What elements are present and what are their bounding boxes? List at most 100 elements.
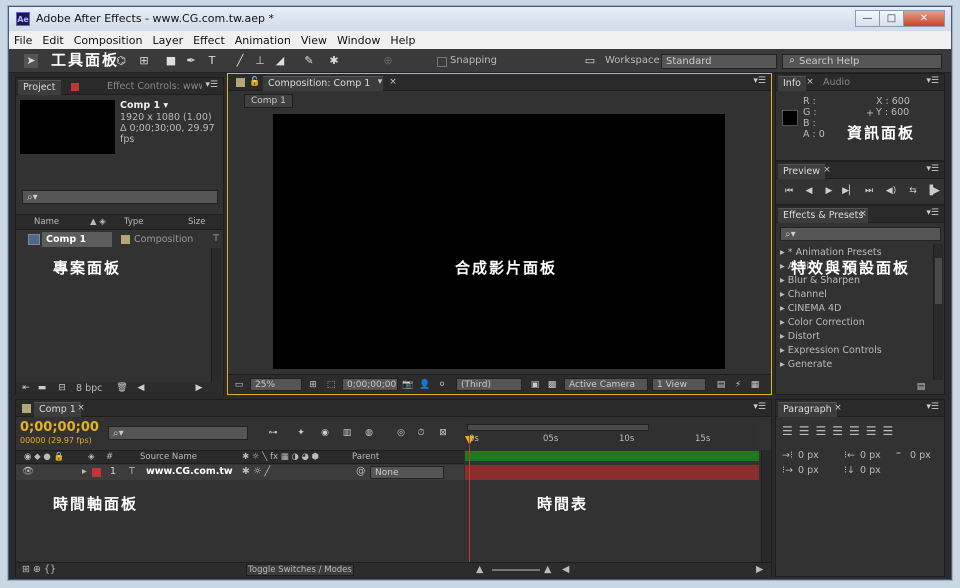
first-frame-icon[interactable]: ⏮ <box>782 184 796 198</box>
draft-3d-icon[interactable]: ✦ <box>294 426 308 440</box>
bit-depth[interactable]: 8 bpc <box>76 383 102 394</box>
roto-brush-tool-icon[interactable]: ✎ <box>302 54 316 68</box>
loop-icon[interactable]: ⇆ <box>906 184 920 198</box>
layer-switch-controls-icon[interactable]: ✱ ☼ ╱ <box>242 466 270 477</box>
channel-icon[interactable]: ⚪ <box>435 378 449 392</box>
project-search-input[interactable]: ⌕▾ <box>22 190 218 204</box>
transparency-grid-icon[interactable]: ▩ <box>545 378 559 392</box>
close-preview-icon[interactable]: × <box>820 163 834 177</box>
lock-icon[interactable]: 🔓 <box>248 75 262 89</box>
space-after-value[interactable]: 0 px <box>860 465 881 476</box>
scroll-right-icon[interactable]: ▶ <box>192 381 206 395</box>
layer-duration-bar[interactable] <box>465 465 759 480</box>
timeline-scroll-right-icon[interactable]: ▶ <box>756 564 763 575</box>
paragraph-panel-menu-icon[interactable]: ▾☰ <box>926 402 939 412</box>
video-visibility-icon[interactable]: 👁 <box>22 466 34 477</box>
expand-layer-icon[interactable]: ▸ <box>82 466 87 477</box>
effects-item[interactable]: ▸ Expression Controls <box>780 345 882 356</box>
flowchart-icon[interactable]: ⊤ <box>209 232 223 246</box>
close-button[interactable]: ✕ <box>903 10 945 27</box>
space-before-value[interactable]: 0 px <box>798 465 819 476</box>
puppet-pin-tool-icon[interactable]: ✱ <box>327 54 341 68</box>
timeline-scrollbar[interactable] <box>761 450 771 562</box>
menu-file[interactable]: File <box>9 34 37 47</box>
zoom-out-icon[interactable]: ▲ <box>476 564 483 575</box>
col-source-name[interactable]: Source Name <box>140 452 197 462</box>
menu-help[interactable]: Help <box>385 34 420 47</box>
menu-view[interactable]: View <box>296 34 332 47</box>
comp-dropdown-icon[interactable]: ▾ <box>373 75 387 89</box>
always-preview-icon[interactable]: ▭ <box>232 378 246 392</box>
av-switches-icon[interactable]: ◉ ◆ ● 🔒 <box>24 452 64 462</box>
effects-item[interactable]: ▸ Color Correction <box>780 317 865 328</box>
snapshot-icon[interactable]: 📷 <box>401 378 415 392</box>
trash-icon[interactable]: 🗑 <box>115 381 129 395</box>
menu-composition[interactable]: Composition <box>69 34 148 47</box>
new-comp-icon[interactable]: ⊟ <box>55 381 69 395</box>
panel-menu-icon[interactable]: ▾☰ <box>205 80 218 90</box>
next-frame-icon[interactable]: ▶▏ <box>842 184 856 198</box>
zoom-slider[interactable] <box>492 569 540 571</box>
hide-shy-icon[interactable]: ◉ <box>318 426 332 440</box>
tab-project[interactable]: Project <box>18 80 61 95</box>
brainstorm-icon[interactable]: ◎ <box>394 426 408 440</box>
effects-item[interactable]: ▸ Distort <box>780 331 820 342</box>
col-size[interactable]: Size <box>188 217 205 227</box>
effects-item[interactable]: ▸ Generate <box>780 359 832 370</box>
project-scrollbar[interactable] <box>211 248 221 383</box>
graph-editor-icon[interactable]: ⊠ <box>436 426 450 440</box>
selection-tool-icon[interactable]: ➤ <box>24 54 38 68</box>
comp-timecode[interactable]: 0;00;00;00 <box>342 378 398 391</box>
effects-scroll-thumb[interactable] <box>935 258 942 304</box>
tab-effect-controls[interactable]: Effect Controls: www <box>102 80 202 95</box>
show-snapshot-icon[interactable]: 👤 <box>418 378 432 392</box>
grid-icon[interactable]: ⊞ <box>306 378 320 392</box>
effects-panel-menu-icon[interactable]: ▾☰ <box>926 208 939 218</box>
close-paragraph-icon[interactable]: × <box>831 401 845 415</box>
ram-preview-icon[interactable]: ▐▶ <box>926 184 940 198</box>
timeline-panel-menu-icon[interactable]: ▾☰ <box>753 402 766 412</box>
rectangle-tool-icon[interactable]: ■ <box>164 54 178 68</box>
preview-panel-menu-icon[interactable]: ▾☰ <box>926 164 939 174</box>
magnification-dropdown[interactable]: 25% <box>250 378 302 391</box>
pan-behind-tool-icon[interactable]: ⊞ <box>137 54 151 68</box>
comp-mini-flowchart-icon[interactable]: ⊶ <box>266 426 280 440</box>
work-area-bar[interactable] <box>467 424 649 431</box>
first-line-indent-value[interactable]: 0 px <box>910 450 931 461</box>
text-tool-icon[interactable]: T <box>205 54 219 68</box>
scroll-left-icon[interactable]: ◀ <box>134 381 148 395</box>
label-column-icon[interactable]: ▲ ◈ <box>90 217 106 227</box>
tab-paragraph[interactable]: Paragraph <box>778 402 837 417</box>
close-effects-icon[interactable]: × <box>856 207 870 221</box>
frame-blending-icon[interactable]: ▥ <box>340 426 354 440</box>
alignment-buttons-icon[interactable]: ☰☰☰☰☰☰☰ <box>782 424 899 438</box>
zoom-in-icon[interactable]: ▲ <box>544 564 551 575</box>
col-name[interactable]: Name <box>34 217 59 227</box>
menu-effect[interactable]: Effect <box>188 34 230 47</box>
minimize-button[interactable]: — <box>855 10 880 27</box>
pen-tool-icon[interactable]: ✒ <box>184 54 198 68</box>
effects-search-input[interactable]: ⌕▾ <box>780 227 941 241</box>
comp-viewer[interactable] <box>273 114 725 369</box>
toggle-pixel-icon[interactable]: ▤ <box>714 378 728 392</box>
view-layout-dropdown[interactable]: 1 View <box>652 378 706 391</box>
timeline-footer-icons[interactable]: ⊞ ⊕ {} <box>22 564 56 575</box>
time-ruler[interactable]: 0s 05s 10s 15s <box>465 422 759 450</box>
layer-name[interactable]: www.CG.com.tw <box>146 466 233 477</box>
timeline-search-input[interactable]: ⌕▾ <box>108 426 248 440</box>
current-timecode[interactable]: 0;00;00;00 <box>20 420 99 435</box>
mask-visibility-icon[interactable]: ⬚ <box>324 378 338 392</box>
menu-layer[interactable]: Layer <box>147 34 188 47</box>
effects-scrollbar[interactable] <box>933 244 943 380</box>
indent-right-value[interactable]: 0 px <box>860 450 881 461</box>
auto-keyframe-icon[interactable]: ⏱ <box>414 426 428 440</box>
resolution-dropdown[interactable]: (Third) <box>456 378 522 391</box>
label-column-icon[interactable]: ◈ <box>88 452 95 462</box>
audio-icon[interactable]: ◀) <box>884 184 898 198</box>
project-item-row[interactable]: Comp 1 Composition <box>18 232 211 247</box>
layer-label-swatch[interactable] <box>92 468 101 477</box>
camera-dropdown[interactable]: Active Camera <box>564 378 648 391</box>
interpret-footage-icon[interactable]: ⇤ <box>19 381 33 395</box>
tab-audio[interactable]: Audio <box>818 76 855 91</box>
clone-stamp-tool-icon[interactable]: ⊥ <box>253 54 267 68</box>
